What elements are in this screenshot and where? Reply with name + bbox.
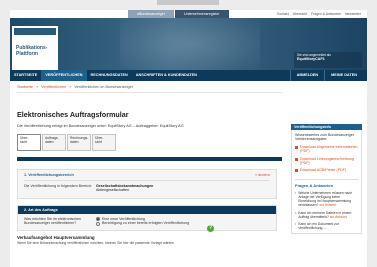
bullet-icon: •	[295, 190, 297, 195]
breadcrumb: Startseite » Veröffentlichen » Veröffent…	[17, 85, 133, 89]
faq-item: • Kann ich mehrere Dateien in einem Auft…	[295, 211, 358, 219]
link-faq[interactable]: Fragen & Antworten	[311, 10, 341, 18]
radio-button[interactable]	[96, 221, 100, 226]
option-label: Berichtigung zu einer bereits erfolgten …	[102, 221, 190, 226]
login-status: Sie sind angemeldet als EquitStoryCAP1	[294, 52, 362, 68]
wizard-steps: Über- sicht Auftrags- daten Rechnungs- d…	[17, 134, 282, 151]
download-link[interactable]: Download Allgemeine Informationen (PDF)	[295, 145, 358, 154]
banner-highlight	[120, 18, 260, 70]
page-intro: Die Veröffentlichung erfolgt im Bundesan…	[17, 124, 184, 128]
my-data-button[interactable]: MEINE DATEN	[324, 70, 363, 81]
download-label: Download Allgemeine Informationen (PDF)	[300, 144, 358, 154]
link-uebersicht[interactable]: Übersicht	[293, 10, 307, 18]
publication-area-label: Die Veröffentlichung in folgendem Bereic…	[24, 184, 92, 188]
section-header: 1. Veröffentlichungsbereich » ändern	[24, 173, 270, 181]
sidebar: Veröffentlichungsinfo Wissenswertes zum …	[291, 124, 362, 235]
download-label: Download AGB/Preise (PDF)	[300, 168, 347, 173]
step-label: sicht	[95, 140, 102, 145]
order-type-label: Was möchten Sie im elektronischen Bundes…	[24, 216, 81, 226]
breadcrumb-startseite[interactable]: Startseite	[17, 85, 33, 89]
section-order-type: 2. Art des Auftrags Was möchten Sie im e…	[17, 204, 277, 232]
nav-rechnungsdaten[interactable]: RECHNUNGSDATEN	[87, 70, 132, 81]
download-link[interactable]: Download AGB/Preise (PDF)	[295, 168, 358, 173]
faq-question: Kann ich ein Dokument zur Veröffentlichu…	[298, 222, 339, 231]
download-link[interactable]: Download Leistungsbeschreibung (PDF)	[295, 157, 358, 166]
subsection-title: Verkaufsangebot Hauptversammlung	[17, 235, 95, 240]
breadcrumb-separator: »	[36, 85, 39, 89]
publication-area-row: Die Veröffentlichung in folgendem Bereic…	[24, 184, 270, 193]
step-1[interactable]: Über- sicht	[17, 134, 41, 151]
step-3[interactable]: Rechnungs- daten	[67, 134, 91, 151]
main-navigation: STARTSEITE VERÖFFENTLICHEN RECHNUNGSDATE…	[10, 70, 367, 81]
login-user: EquitStoryCAP1	[297, 57, 325, 61]
edit-link[interactable]: » ändern	[255, 173, 270, 177]
section-title: 1. Veröffentlichungsbereich	[24, 173, 74, 177]
faq-item: • Welche Unternehmen müssen nach Anlage …	[295, 191, 358, 208]
breadcrumb-veroeffentlichen[interactable]: Veröffentlichen	[41, 85, 66, 89]
nav-startseite[interactable]: STARTSEITE	[10, 70, 41, 81]
breadcrumb-separator: »	[69, 85, 72, 89]
step-label: sicht	[20, 140, 27, 145]
download-icon	[295, 145, 298, 149]
breadcrumb-divider	[17, 92, 282, 93]
step-4[interactable]: Über- sicht	[92, 134, 116, 151]
subsection-text: Wenn Sie eine Bekanntmachung veröffentli…	[17, 241, 174, 245]
step-label: daten	[70, 140, 79, 145]
faq-item: • Kann ich ein Dokument zur Veröffentlic…	[295, 222, 358, 230]
section-divider	[17, 157, 282, 161]
breadcrumb-current: Veröffentlichen im Bundesanzeiger	[74, 85, 133, 89]
nav-veroeffentlichen[interactable]: VERÖFFENTLICHEN	[41, 70, 87, 81]
page-title: Elektronisches Auftragsformular	[17, 110, 129, 119]
link-kontakt[interactable]: Kontakt	[277, 10, 289, 18]
header-banner: Publikations-Plattform Sie sind angemeld…	[10, 18, 367, 70]
order-type-options: Eine neue Veröffentlichung Berichtigung …	[96, 217, 189, 226]
sidebar-text: Wissenswertes zum Bundesanzeiger Verfahr…	[295, 133, 354, 142]
step-2[interactable]: Auftrags- daten	[42, 134, 66, 151]
main-content: Elektronisches Auftragsformular Die Verö…	[17, 96, 282, 245]
logo-stripe	[14, 28, 56, 35]
faq-answer-link[interactable]: zur Antwort	[319, 203, 336, 207]
publication-area-value-line2: Aktiengesellschaften	[96, 188, 129, 193]
nav-account: ABMELDEN MEINE DATEN	[286, 70, 367, 81]
logo-text: Publikations-Plattform	[16, 45, 48, 57]
section-title: 2. Art des Auftrags	[18, 205, 276, 214]
sidebar-box: Wissenswertes zum Bundesanzeiger Verfahr…	[291, 130, 362, 235]
download-icon	[295, 169, 298, 173]
tab-unternehmensregister[interactable]: Unternehmensregister	[174, 10, 230, 18]
link-newsletter[interactable]: Newsletter	[345, 10, 361, 18]
portal-tabs: eBundesanzeiger Unternehmensregister	[128, 10, 230, 18]
order-type-row: Was möchten Sie im elektronischen Bundes…	[24, 217, 270, 226]
website: eBundesanzeiger Unternehmensregister Kon…	[10, 10, 367, 267]
bullet-icon: •	[295, 222, 297, 227]
tab-ebundesanzeiger[interactable]: eBundesanzeiger	[128, 10, 175, 18]
site-logo[interactable]: Publikations-Plattform	[12, 26, 58, 70]
option-correction[interactable]: Berichtigung zu einer bereits erfolgten …	[96, 221, 189, 226]
faq-answer-link[interactable]: zur Antwort	[330, 215, 347, 219]
section-publication-area: 1. Veröffentlichungsbereich » ändern Die…	[17, 169, 277, 199]
nav-anschriften[interactable]: ANSCHRIFTEN & KUNDENDATEN	[132, 70, 201, 81]
help-icon[interactable]: ?	[207, 224, 214, 232]
download-label: Download Leistungsbeschreibung (PDF)	[300, 156, 354, 166]
logout-button[interactable]: ABMELDEN	[289, 70, 325, 81]
top-bar: eBundesanzeiger Unternehmensregister Kon…	[10, 10, 367, 18]
faq-title: Fragen & Antworten	[295, 178, 358, 188]
publication-area-value: Gesellschaftsbekanntmachungen Aktiengese…	[96, 184, 153, 193]
browser-toolbar-fragment	[157, 0, 219, 5]
utility-links: Kontakt Übersicht Fragen & Antworten New…	[277, 10, 361, 18]
bullet-icon: •	[295, 210, 297, 215]
download-icon	[295, 157, 298, 161]
step-label: daten	[45, 140, 54, 145]
